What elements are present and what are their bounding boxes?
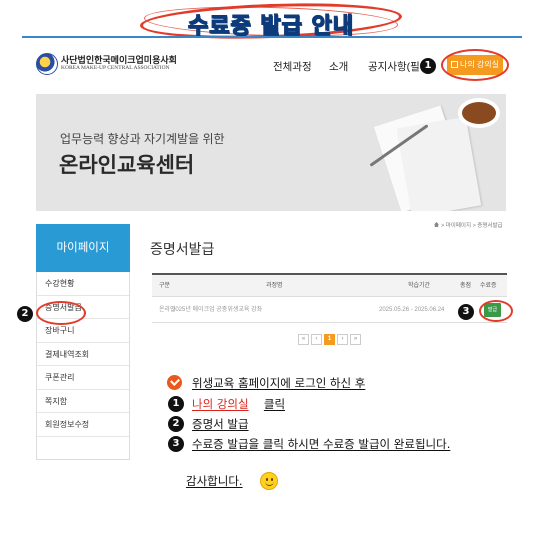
instruction-step-3-text: 수료증 발급을 클릭 하시면 수료증 발급이 완료됩니다.: [192, 437, 451, 451]
step-badge-2: 2: [17, 306, 33, 322]
step-badge-1: 1: [420, 58, 436, 74]
row-course: 2025년 메이크업 공중위생교육 강좌: [172, 307, 263, 313]
row-period: 2025.05.26 - 2025.06.24: [379, 307, 445, 313]
header-period: 학습기간: [408, 283, 431, 289]
page-last-button[interactable]: »: [350, 334, 361, 345]
logo-english-name: KOREA MAKE-UP CENTRAL ASSOCIATION: [61, 65, 170, 72]
highlight-ring-certificate-menu: [36, 301, 86, 325]
hero-banner: 업무능력 향상과 자기계발을 위한 온라인교육센터: [36, 94, 506, 211]
hero-coffee-cup: [462, 102, 496, 124]
highlight-ring-issue-button: [479, 300, 513, 322]
hero-title: 온라인교육센터: [59, 154, 195, 177]
pagination: « ‹ 1 › »: [298, 334, 361, 345]
page-title: 증명서발급: [150, 241, 215, 257]
instruction-badge-2: 2: [168, 416, 184, 432]
table-row: 온라인 2025년 메이크업 공중위생교육 강좌 2025.05.26 - 20…: [152, 297, 507, 323]
logo-korean-name: 사단법인한국메이크업미용사회: [61, 55, 177, 66]
table-header: 구분 과정명 학습기간 총점 수료증: [152, 275, 507, 297]
certificate-table: 구분 과정명 학습기간 총점 수료증 온라인 2025년 메이크업 공중위생교육…: [152, 273, 507, 323]
thanks-text: 감사합니다.: [186, 474, 243, 488]
instruction-step-1: 나의 강의실 클릭: [192, 396, 285, 412]
instruction-badge-1: 1: [168, 396, 184, 412]
instruction-step-2: 증명서 발급: [192, 416, 249, 432]
logo-emblem-icon: [36, 53, 58, 75]
instruction-step-3: 수료증 발급을 클릭 하시면 수료증 발급이 완료됩니다.: [192, 436, 450, 452]
home-icon[interactable]: [434, 222, 439, 227]
page-next-button[interactable]: ›: [337, 334, 348, 345]
header-type: 구분: [159, 283, 171, 289]
header-certificate: 수료증: [480, 283, 497, 289]
sidebar-heading: 마이페이지: [36, 224, 130, 272]
instruction-badge-3: 3: [168, 436, 184, 452]
sidebar-item-course-status[interactable]: 수강현황: [37, 272, 129, 296]
sidebar-menu: 수강현황 증명서발급 장바구니 결제내역조회 쿠폰관리 쪽지함 회원정보수정: [36, 272, 130, 460]
header-course: 과정명: [266, 283, 283, 289]
hero-paper-2: [396, 116, 482, 211]
step-badge-3: 3: [458, 304, 474, 320]
checkmark-icon: [167, 375, 182, 390]
nav-all-courses[interactable]: 전체과정: [273, 59, 312, 74]
instruction-step-1-suffix: 클릭: [263, 397, 286, 411]
page-prev-button[interactable]: ‹: [311, 334, 322, 345]
header-grade: 총점: [460, 283, 472, 289]
instruction-intro: 위생교육 홈페이지에 로그인 하신 후: [192, 375, 365, 391]
instruction-step-2-text: 증명서 발급: [192, 417, 249, 431]
sidebar-item-messages[interactable]: 쪽지함: [37, 390, 129, 413]
breadcrumb-text: > 마이페이지 > 증명서발급: [441, 223, 503, 229]
smiley-icon: [260, 472, 278, 490]
page-first-button[interactable]: «: [298, 334, 309, 345]
nav-about[interactable]: 소개: [329, 59, 348, 74]
title-banner: 수료증 발급 안내: [139, 0, 403, 43]
instruction-intro-text: 위생교육 홈페이지에 로그인 하신 후: [192, 376, 366, 390]
sidebar-item-coupons[interactable]: 쿠폰관리: [37, 366, 129, 390]
site-logo[interactable]: 사단법인한국메이크업미용사회 KOREA MAKE-UP CENTRAL ASS…: [36, 53, 177, 75]
sidebar-item-payments[interactable]: 결제내역조회: [37, 343, 129, 366]
page-current[interactable]: 1: [324, 334, 335, 345]
breadcrumb: > 마이페이지 > 증명서발급: [434, 221, 503, 229]
hero-desk-image: [356, 94, 506, 211]
highlight-ring-my-classroom: [441, 49, 509, 81]
hero-subtitle: 업무능력 향상과 자기계발을 위한: [60, 132, 225, 146]
title-divider: [22, 36, 522, 38]
logo-text: 사단법인한국메이크업미용사회 KOREA MAKE-UP CENTRAL ASS…: [61, 56, 177, 72]
sidebar-item-profile[interactable]: 회원정보수정: [37, 413, 129, 437]
instruction-step-1-text: 나의 강의실: [192, 397, 249, 411]
